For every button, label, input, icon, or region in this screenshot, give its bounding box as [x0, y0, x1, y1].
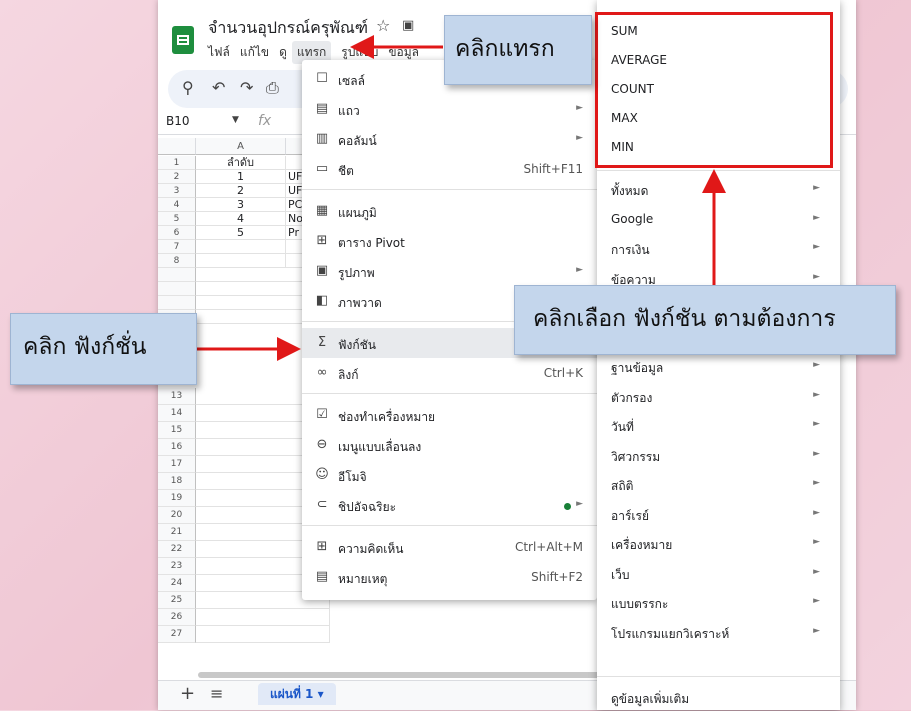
- callout-select-function: คลิกเลือก ฟังก์ชัน ตามต้องการ: [514, 285, 896, 355]
- callout-click-function: คลิก ฟังก์ชั่น: [10, 313, 197, 385]
- callout-function-text: คลิก ฟังก์ชั่น: [23, 334, 147, 360]
- callout-click-insert: คลิกแทรก: [444, 15, 592, 85]
- callout-insert-text: คลิกแทรก: [455, 36, 555, 62]
- callout-select-text: คลิกเลือก ฟังก์ชัน ตามต้องการ: [533, 306, 836, 332]
